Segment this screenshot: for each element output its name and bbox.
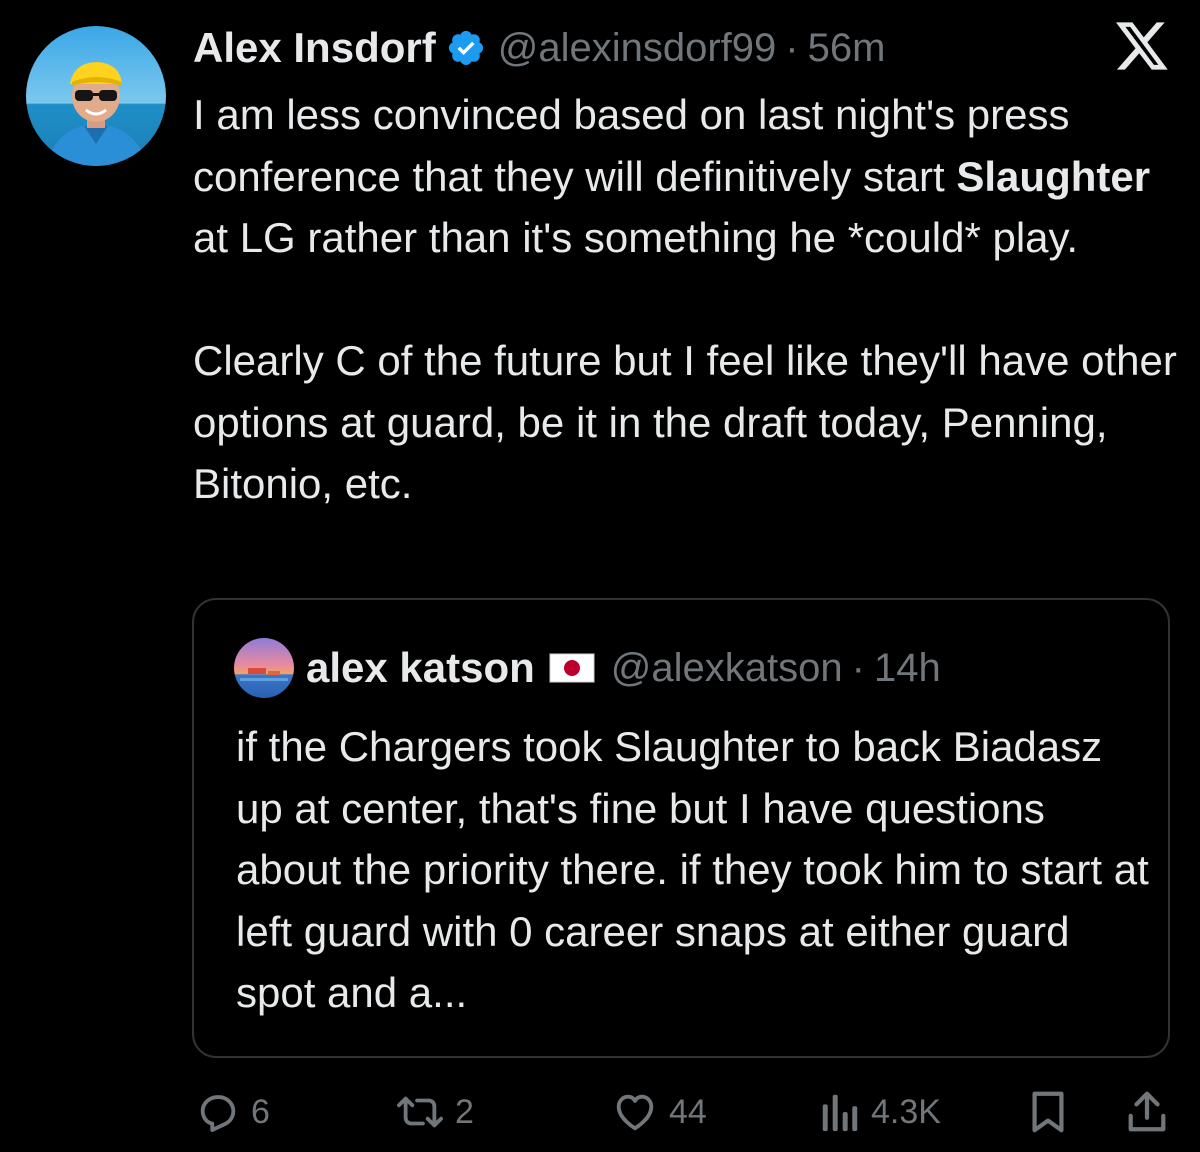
reply-button[interactable]: 6 (195, 1086, 270, 1138)
repost-count: 2 (455, 1092, 474, 1131)
x-logo-icon[interactable] (1113, 20, 1171, 72)
like-count: 44 (669, 1092, 707, 1131)
quoted-author-name[interactable]: alex katson (306, 644, 535, 692)
quoted-tweet-header: alex katson @alexkatson · 14h (234, 638, 941, 698)
tweet-text-part: at LG rather than it's something he *cou… (193, 214, 1079, 261)
separator-dot: · (851, 645, 865, 690)
tweet-paragraph-1: I am less convinced based on last night'… (193, 84, 1183, 269)
tweet-timestamp[interactable]: 56m (808, 26, 886, 71)
views-icon (819, 1089, 861, 1135)
quoted-author-avatar[interactable] (234, 638, 294, 698)
quoted-tweet-card[interactable]: alex katson @alexkatson · 14h if the Cha… (192, 598, 1170, 1058)
views-button[interactable]: 4.3K (819, 1086, 941, 1138)
tweet-header: Alex Insdorf @alexinsdorf99 · 56m (193, 22, 885, 74)
tweet-text-part: I am less convinced based on last night'… (193, 91, 1070, 200)
repost-icon (395, 1089, 445, 1135)
repost-button[interactable]: 2 (395, 1086, 474, 1138)
views-count: 4.3K (871, 1092, 941, 1131)
bookmark-button[interactable] (1027, 1086, 1069, 1138)
verified-badge-icon[interactable] (446, 28, 486, 68)
author-avatar[interactable] (26, 26, 166, 166)
share-button[interactable] (1125, 1086, 1169, 1138)
heart-icon (611, 1089, 659, 1135)
bookmark-icon (1027, 1089, 1069, 1135)
tweet-action-bar: 6 2 44 4.3K (193, 1086, 1173, 1138)
tweet-text: I am less convinced based on last night'… (193, 84, 1183, 515)
quoted-author-handle[interactable]: @alexkatson (611, 646, 843, 691)
tweet-text-bold: Slaughter (956, 152, 1151, 200)
reply-count: 6 (251, 1092, 270, 1131)
share-icon (1125, 1089, 1169, 1135)
author-name[interactable]: Alex Insdorf (193, 24, 436, 72)
separator-dot: · (785, 25, 799, 70)
like-button[interactable]: 44 (611, 1086, 707, 1138)
japan-flag-icon (549, 653, 595, 683)
reply-icon (195, 1089, 241, 1135)
author-handle[interactable]: @alexinsdorf99 (498, 26, 777, 71)
quoted-tweet-timestamp[interactable]: 14h (874, 646, 941, 691)
tweet-paragraph-2: Clearly C of the future but I feel like … (193, 337, 1177, 507)
quoted-tweet-text: if the Chargers took Slaughter to back B… (236, 723, 1149, 1016)
